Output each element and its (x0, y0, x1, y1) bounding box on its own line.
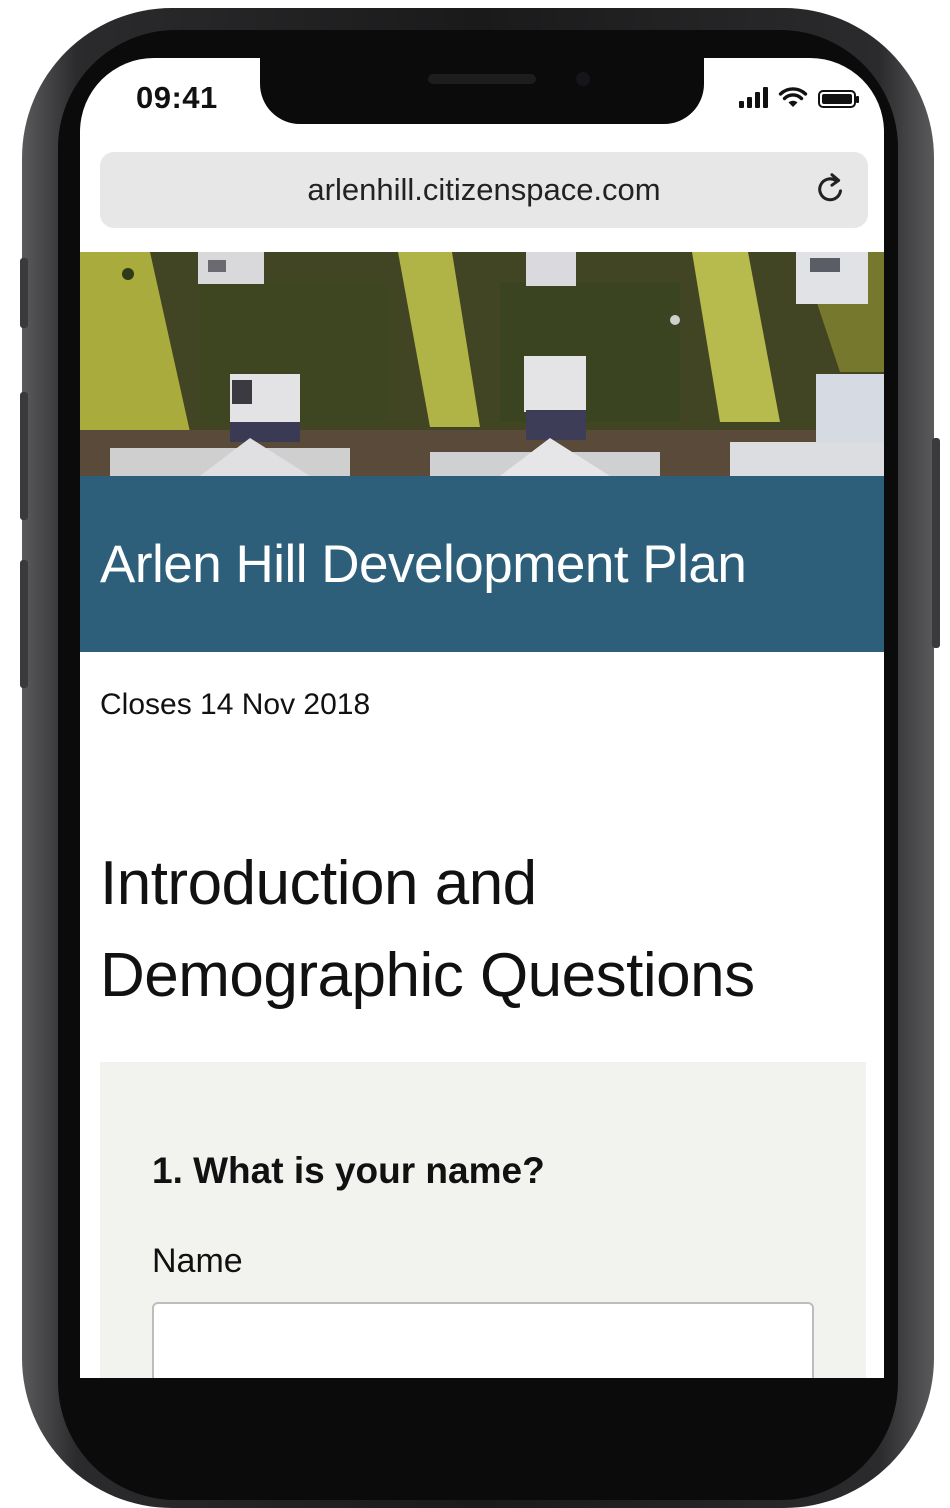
name-field-label: Name (152, 1242, 243, 1280)
volume-up-button (20, 392, 28, 520)
page-title-line-1: Introduction and (100, 849, 537, 918)
power-button (932, 438, 940, 648)
battery-icon (818, 90, 859, 108)
name-input[interactable] (152, 1302, 814, 1378)
url-text[interactable]: arlenhill.citizenspace.com (100, 172, 868, 208)
volume-down-button (20, 560, 28, 688)
front-camera (576, 72, 590, 86)
phone-screen: 09:41 arlenhill.citizenspace.com Arlen H… (80, 58, 884, 1378)
reload-icon[interactable] (812, 170, 850, 208)
battery-level (822, 94, 852, 104)
closing-date: Closes 14 Nov 2018 (100, 688, 371, 721)
question-card: 1. What is your name? Name (100, 1062, 866, 1378)
notch (260, 58, 704, 124)
cellular-signal-icon (739, 86, 768, 108)
page-title-line-2: Demographic Questions (100, 941, 755, 1010)
status-time: 09:41 (136, 80, 218, 115)
mute-switch (20, 258, 28, 328)
page-title: Introduction and Demographic Questions (100, 838, 860, 1022)
hero-aerial-image (80, 252, 884, 476)
consultation-title: Arlen Hill Development Plan (100, 535, 747, 594)
wifi-icon (778, 87, 808, 107)
title-banner: Arlen Hill Development Plan (80, 476, 884, 652)
question-heading: 1. What is your name? (152, 1150, 545, 1191)
speaker-grille (428, 74, 536, 84)
address-bar[interactable]: arlenhill.citizenspace.com (100, 152, 868, 228)
status-icons (739, 86, 859, 108)
